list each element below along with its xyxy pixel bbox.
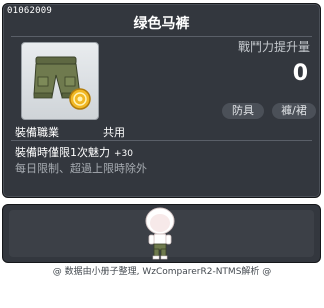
job-value: 共用 [103, 126, 125, 139]
item-description: 裝備時僅限1次魅力 +30 [15, 144, 133, 160]
divider [11, 36, 312, 37]
character-preview [145, 207, 175, 260]
combat-power-value: 0 [292, 61, 308, 86]
divider [11, 140, 312, 141]
item-icon-frame [21, 42, 99, 120]
footer-credit: @ 数据由小册子整理, WzComparerR2-NTMS解析 @ [52, 267, 272, 277]
item-name: 绿色马裤 [133, 16, 190, 32]
item-type-tag: 防具 [222, 103, 264, 119]
combat-power-label: 戰鬥力提升量 [237, 40, 310, 54]
gold-coin-icon [69, 88, 91, 110]
job-label: 裝備職業 [15, 126, 59, 139]
description-bonus: +30 [114, 149, 133, 159]
description-note: 每日限制、超過上限時除外 [15, 162, 147, 175]
item-tooltip: 01062009 绿色马裤 戰鬥力提升量 0 防具 褲/裙 裝備職業 共用 裝備… [2, 3, 321, 198]
item-subtype-tag: 褲/裙 [272, 103, 316, 119]
character-preview-panel [2, 204, 321, 263]
description-text: 裝備時僅限1次魅力 [15, 146, 110, 159]
